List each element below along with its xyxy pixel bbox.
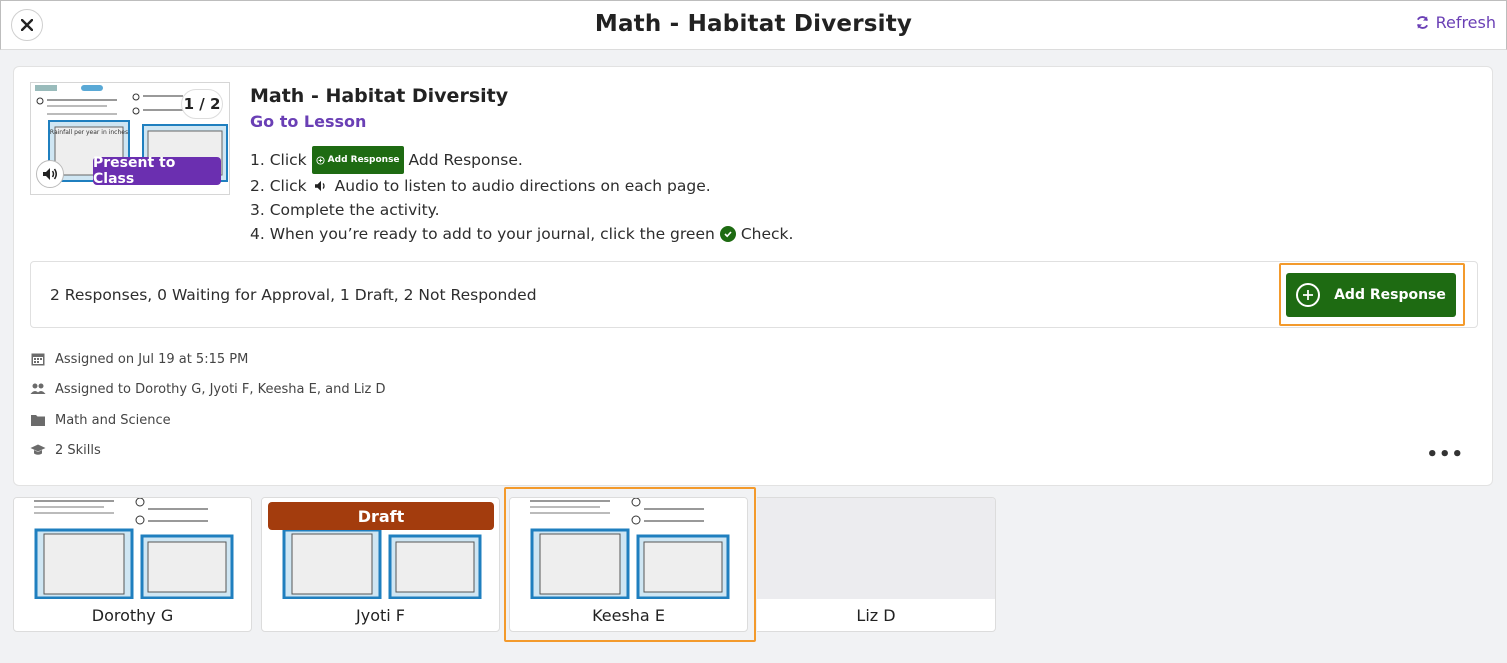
- student-tile[interactable]: Liz D: [757, 497, 996, 632]
- add-response-label: Add Response: [1334, 287, 1446, 303]
- top-bar: Math - Habitat Diversity Refresh: [0, 0, 1507, 50]
- student-tile[interactable]: Draft Jyoti F: [261, 497, 500, 632]
- instruction-step-2: 2. Click Audio to listen to audio direct…: [250, 177, 711, 195]
- instructions: 1. Click Add Response Add Response. 2. C…: [250, 146, 793, 246]
- refresh-icon: [1416, 16, 1428, 29]
- student-name: Dorothy G: [91, 606, 174, 625]
- response-summary: 2 Responses, 0 Waiting for Approval, 1 D…: [50, 286, 537, 304]
- refresh-label: Refresh: [1435, 13, 1496, 32]
- go-to-lesson-link[interactable]: Go to Lesson: [250, 112, 366, 131]
- plus-circle-icon: [316, 155, 325, 165]
- page-title: Math - Habitat Diversity: [594, 11, 913, 37]
- lesson-thumbnail[interactable]: Rainfall per year in inches 1 / 2 Presen…: [30, 82, 230, 195]
- instruction-step-3: 3. Complete the activity.: [250, 201, 440, 219]
- inline-add-response-badge: Add Response: [311, 146, 404, 174]
- lesson-card: Rainfall per year in inches 1 / 2 Presen…: [13, 66, 1493, 486]
- page-counter: 1 / 2: [181, 89, 223, 119]
- add-response-highlight: Add Response: [1279, 263, 1465, 326]
- users-icon: [30, 383, 46, 394]
- student-tile[interactable]: Dorothy G: [13, 497, 252, 632]
- speaker-icon: [314, 180, 325, 192]
- more-options-button[interactable]: •••: [1426, 444, 1464, 465]
- plus-circle-icon: [1296, 283, 1321, 307]
- assigned-students: Assigned to Dorothy G, Jyoti F, Keesha E…: [30, 381, 386, 397]
- speaker-icon: [43, 168, 57, 180]
- folder: Math and Science: [30, 412, 171, 428]
- instruction-step-1: 1. Click Add Response Add Response.: [250, 146, 793, 174]
- response-status-box: 2 Responses, 0 Waiting for Approval, 1 D…: [30, 261, 1478, 328]
- draft-badge: Draft: [268, 502, 494, 530]
- check-icon: [719, 226, 736, 242]
- student-name: Liz D: [856, 606, 896, 625]
- instruction-step-4: 4. When you’re ready to add to your jour…: [250, 225, 794, 243]
- audio-button[interactable]: [36, 160, 64, 188]
- present-to-class-button[interactable]: Present to Class: [93, 155, 221, 187]
- student-name: Jyoti F: [356, 606, 405, 625]
- student-response-preview: [14, 498, 251, 599]
- graduation-cap-icon: [30, 444, 46, 455]
- lesson-title: Math - Habitat Diversity: [250, 85, 509, 107]
- assigned-date: Assigned on Jul 19 at 5:15 PM: [30, 351, 248, 367]
- refresh-button[interactable]: Refresh: [1415, 13, 1496, 32]
- folder-icon: [31, 415, 45, 426]
- add-response-button[interactable]: Add Response: [1286, 273, 1456, 317]
- student-response-preview-empty: [757, 498, 995, 599]
- thumb-chart-title: Rainfall per year in inches: [50, 129, 128, 136]
- skills: 2 Skills: [30, 442, 101, 458]
- selected-tile-highlight: [504, 487, 756, 642]
- calendar-icon: [31, 353, 45, 366]
